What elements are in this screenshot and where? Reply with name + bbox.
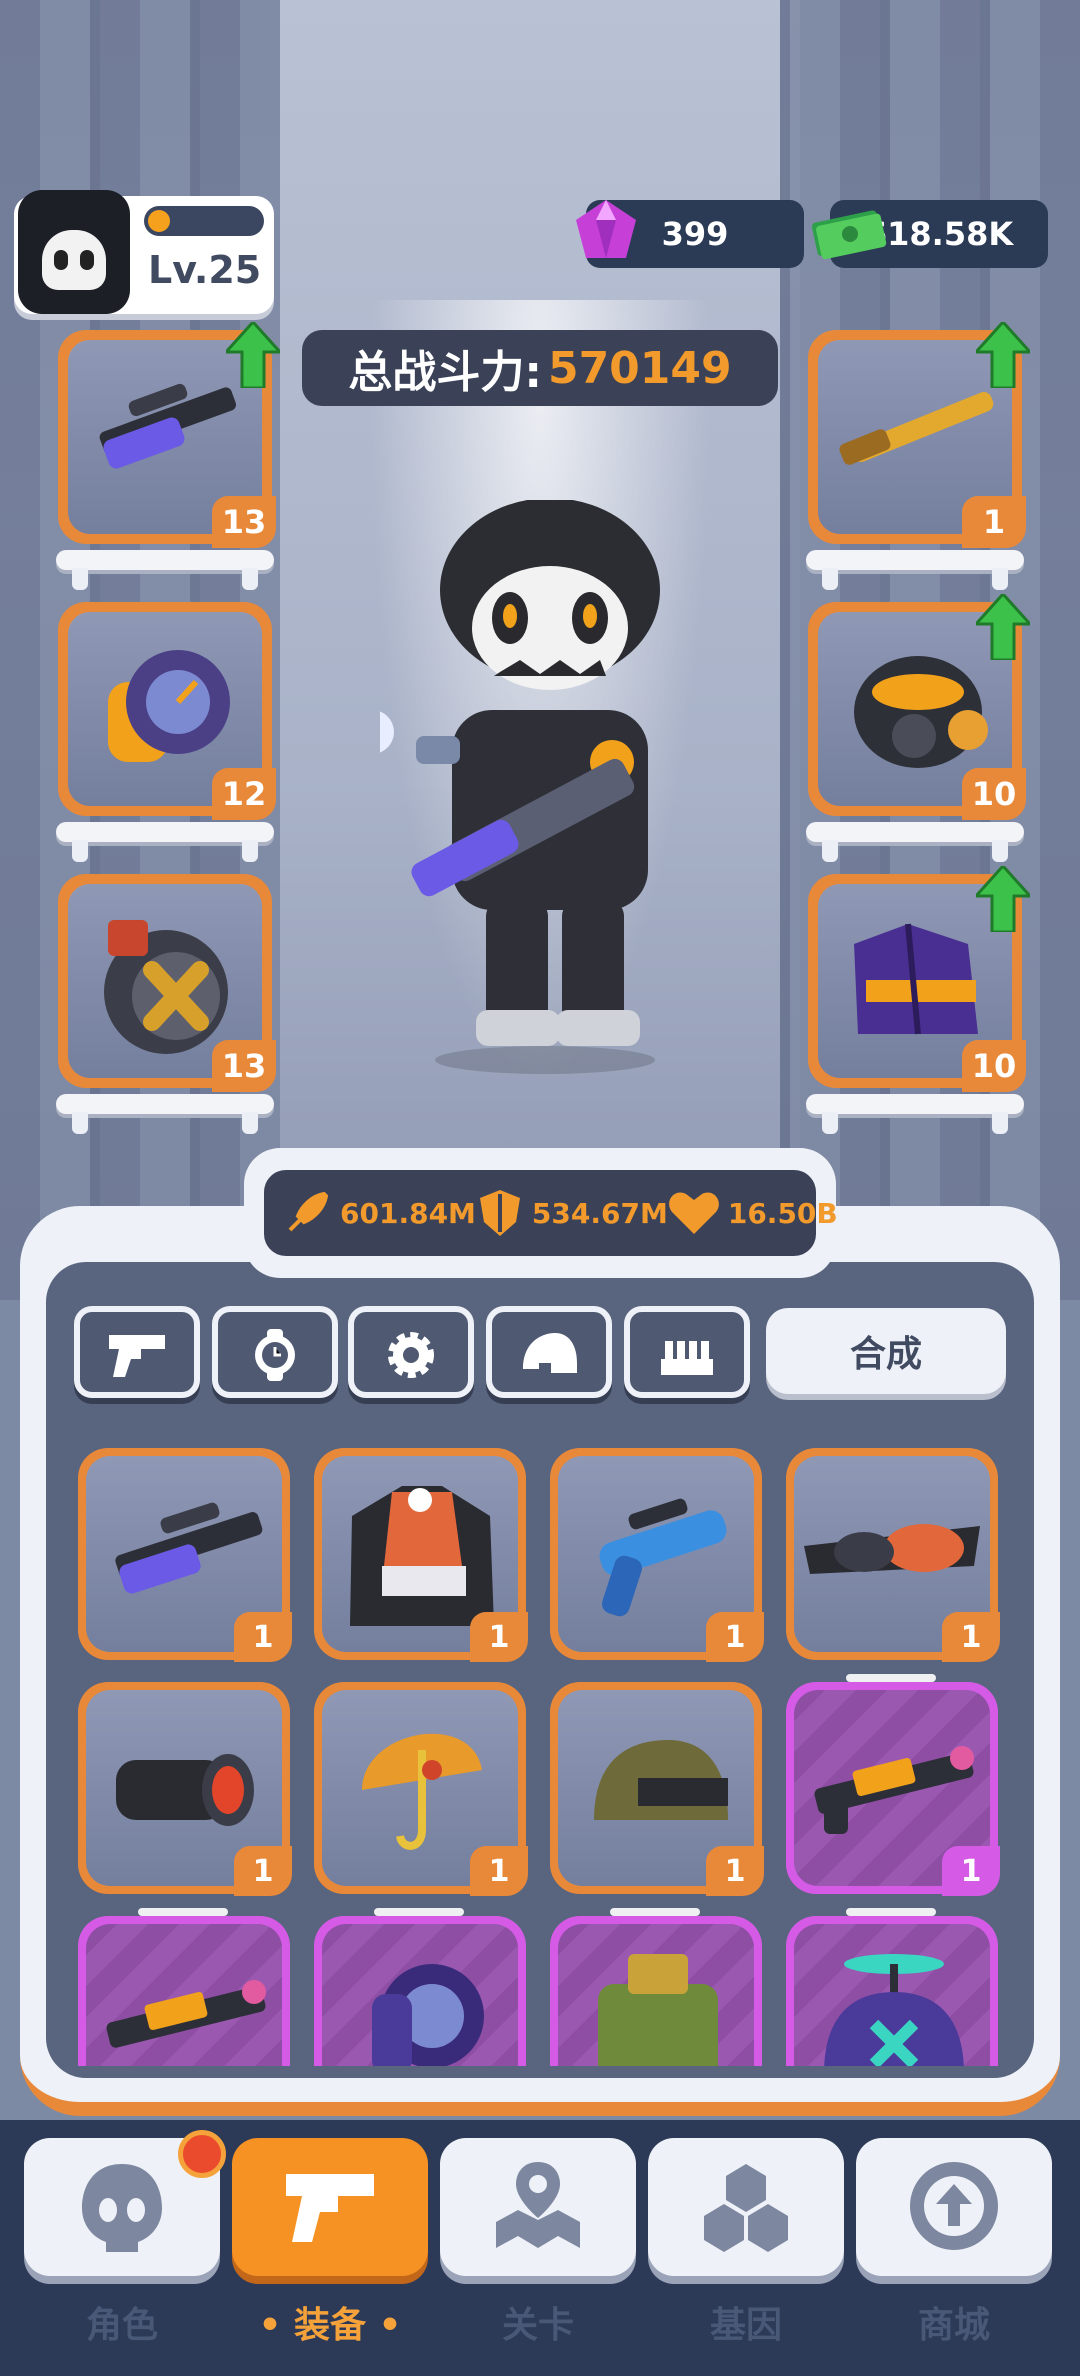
item-count: 1 <box>942 1846 1000 1896</box>
inventory-item[interactable]: 1 <box>78 1448 292 1662</box>
item-count: 1 <box>234 1612 292 1662</box>
shield-icon <box>479 1190 520 1236</box>
inventory-item[interactable]: 1 <box>314 1448 528 1662</box>
notification-dot <box>178 2130 226 2178</box>
upgrade-arrow-icon <box>976 866 1030 932</box>
nav-shop-label: 商城 <box>917 2305 990 2346</box>
upgrade-arrow-icon <box>226 322 280 388</box>
shelf <box>56 822 274 866</box>
hp-stat: 16.50B <box>668 1190 838 1236</box>
gem-icon <box>576 200 636 258</box>
equip-slot-count: 13 <box>212 1040 276 1092</box>
inventory-item[interactable] <box>314 1908 526 2066</box>
defense-stat: 534.67M <box>476 1188 668 1238</box>
xp-bar <box>144 206 264 236</box>
attack-value: 601.84M <box>340 1196 476 1230</box>
cash-icon <box>811 210 887 260</box>
total-power-value: 570149 <box>547 342 732 394</box>
inventory-item[interactable]: 1 <box>550 1448 764 1662</box>
inventory-item[interactable] <box>786 1908 998 2066</box>
nav-shop[interactable] <box>856 2138 1052 2276</box>
purple-watch-icon <box>372 1964 484 2066</box>
shelf <box>806 1094 1024 1138</box>
equip-slot-count: 1 <box>962 496 1026 548</box>
map-icon <box>496 2162 580 2248</box>
attack-stat: 601.84M <box>282 1188 476 1238</box>
defense-value: 534.67M <box>531 1196 668 1230</box>
rocket-icon <box>288 1191 329 1232</box>
total-power-banner: 总战斗力: 570149 <box>302 330 778 406</box>
nav-character-label: 角色 <box>85 2305 158 2346</box>
item-count: 1 <box>234 1846 292 1896</box>
item-count: 1 <box>470 1846 528 1896</box>
shelf <box>56 1094 274 1138</box>
item-count: 1 <box>470 1612 528 1662</box>
nav-equipment-text: 装备 <box>293 2305 366 2346</box>
heart-icon <box>668 1192 719 1234</box>
player-profile-card[interactable]: Lv.25 <box>14 190 274 314</box>
inventory-item[interactable]: 1 <box>786 1674 1000 1896</box>
upgrade-arrow-icon <box>976 322 1030 388</box>
inventory-item[interactable]: 1 <box>786 1448 1000 1662</box>
hex-icon <box>704 2164 788 2252</box>
nav-equipment[interactable] <box>232 2138 428 2276</box>
inventory-grid: 1 1 1 1 1 1 1 1 <box>46 1262 1034 2066</box>
nav-genes-label: 基因 <box>709 2305 782 2346</box>
inventory-item[interactable]: 1 <box>78 1682 292 1896</box>
skull-icon <box>82 2164 162 2252</box>
player-avatar[interactable] <box>18 190 130 314</box>
equip-slot-accessory[interactable]: 12 <box>58 602 276 820</box>
equip-slot-count: 12 <box>212 768 276 820</box>
gun-icon <box>286 2174 374 2242</box>
nav-genes[interactable] <box>648 2138 844 2276</box>
hp-value: 16.50B <box>727 1196 838 1230</box>
green-ammo-box-icon <box>598 1954 718 2066</box>
shelf <box>806 550 1024 594</box>
equip-slot-count: 10 <box>962 768 1026 820</box>
inventory-item[interactable] <box>78 1908 290 2066</box>
inventory-item[interactable]: 1 <box>314 1682 528 1896</box>
gem-amount: 399 <box>661 215 729 253</box>
equip-slot-count: 13 <box>212 496 276 548</box>
item-count: 1 <box>706 1846 764 1896</box>
nav-stages-label: 关卡 <box>501 2305 574 2346</box>
stats-bar: 601.84M 534.67M 16.50B <box>244 1148 838 1278</box>
inventory-item[interactable] <box>550 1908 762 2066</box>
player-level: Lv.25 <box>148 248 262 292</box>
nav-equipment-label: • 装备 • <box>258 2305 402 2346</box>
inventory-item[interactable]: 1 <box>550 1682 764 1896</box>
equip-slot-count: 10 <box>962 1040 1026 1092</box>
hero-character[interactable] <box>380 500 710 1080</box>
equip-slot-ammo[interactable]: 13 <box>58 874 276 1092</box>
shelf <box>806 822 1024 866</box>
shop-icon <box>910 2162 998 2250</box>
total-power-label: 总战斗力: <box>348 347 542 398</box>
nav-stages[interactable] <box>440 2138 636 2276</box>
item-count: 1 <box>706 1612 764 1662</box>
item-count: 1 <box>942 1612 1000 1662</box>
pink-smg-icon <box>106 1980 266 2048</box>
shelf <box>56 550 274 594</box>
propeller-cap-icon <box>824 1954 964 2066</box>
upgrade-arrow-icon <box>976 594 1030 660</box>
